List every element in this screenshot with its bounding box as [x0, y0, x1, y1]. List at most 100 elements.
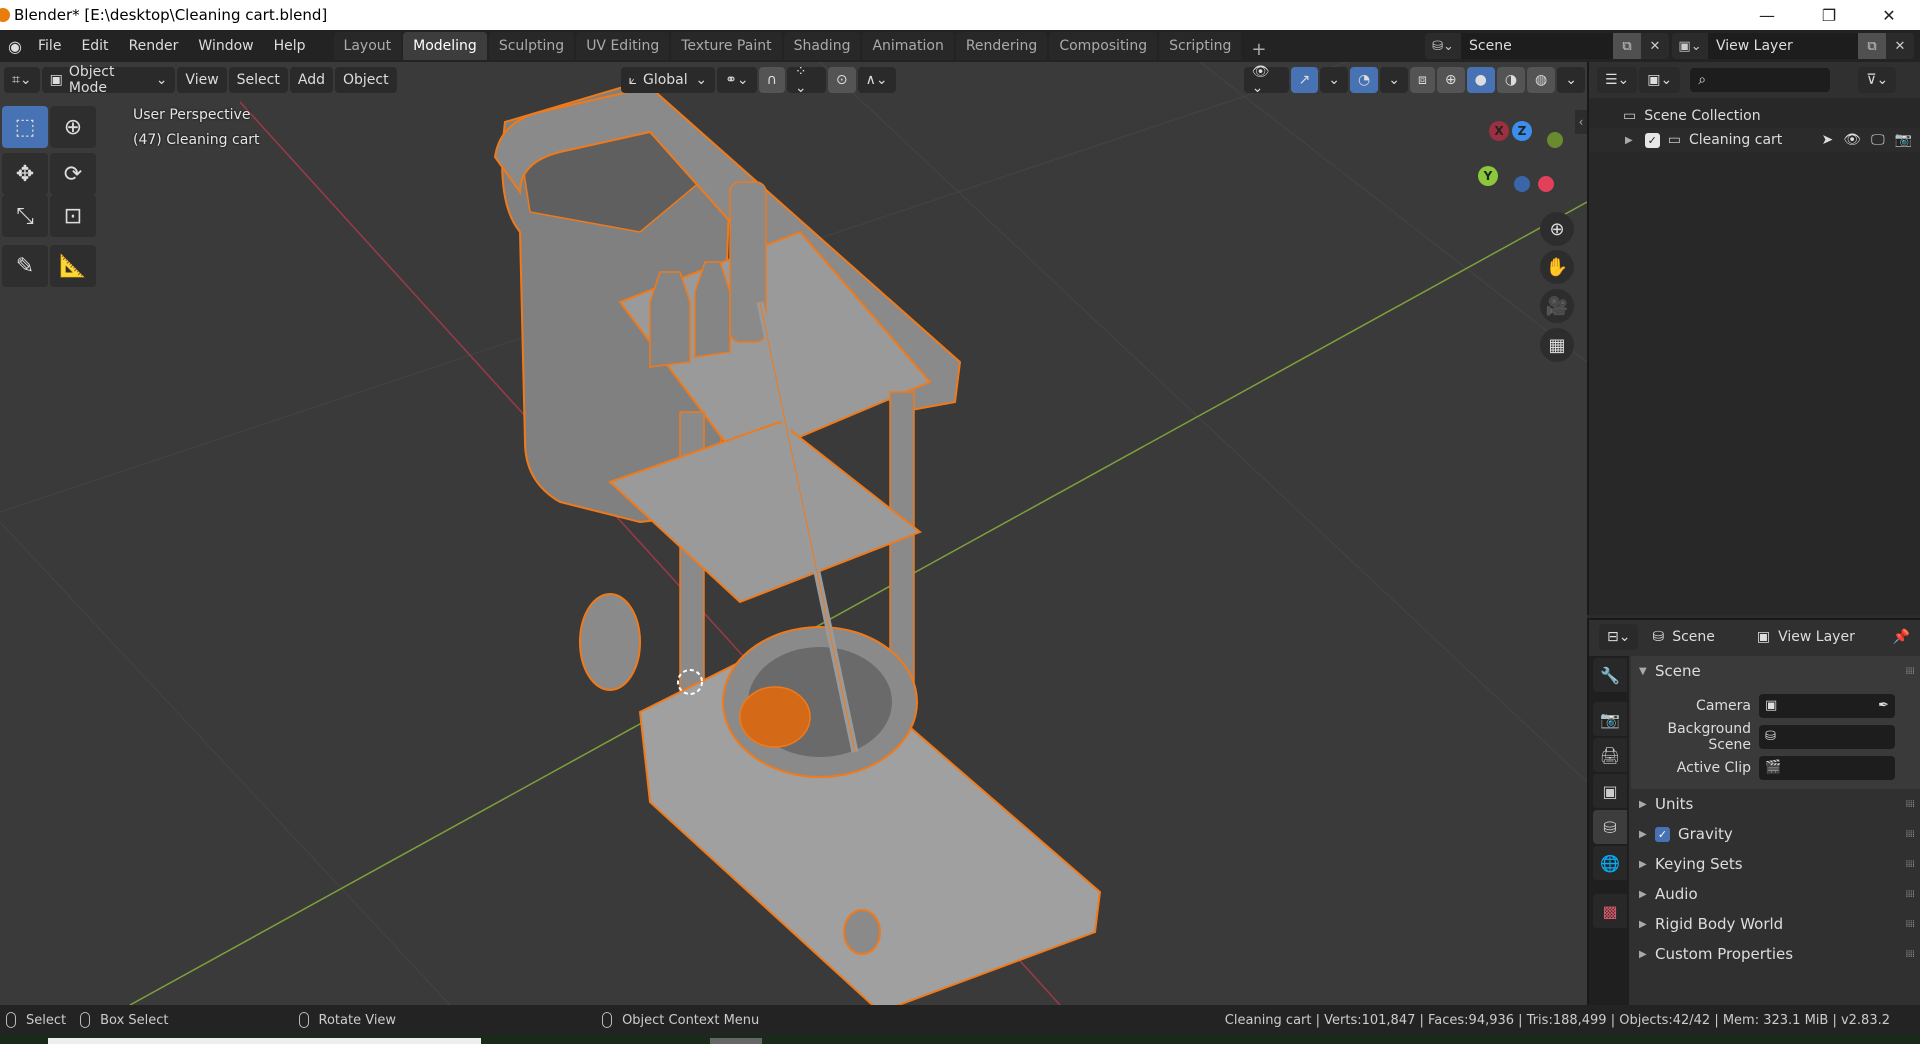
tab-sculpting[interactable]: Sculpting — [488, 32, 575, 60]
outliner-scene-collection[interactable]: ▭ Scene Collection — [1589, 104, 1920, 128]
context-scene-label[interactable]: Scene — [1672, 629, 1715, 645]
select-menu[interactable]: Select — [228, 67, 288, 93]
tab-scripting[interactable]: Scripting — [1159, 32, 1242, 60]
drag-grip-icon[interactable]: ⁞⁞⁞⁞ — [1905, 859, 1915, 870]
render-camera-icon[interactable]: 📷 — [1895, 132, 1912, 148]
view-layer-tab-icon[interactable]: ▣ — [1593, 774, 1627, 808]
scale-tool[interactable]: ⤡ — [2, 195, 48, 237]
editor-type-button[interactable]: ⌗⌄ — [4, 67, 40, 93]
perspective-toggle-grid-icon[interactable]: ▦ — [1540, 328, 1574, 362]
new-scene-icon[interactable]: ⧉ — [1613, 33, 1641, 59]
taskbar-item[interactable] — [710, 1038, 762, 1044]
drag-grip-icon[interactable]: ⁞⁞⁞⁞ — [1905, 666, 1915, 677]
active-clip-field[interactable]: 🎬 — [1759, 755, 1895, 780]
pan-view-hand-icon[interactable]: ✋ — [1540, 250, 1574, 284]
tab-layout[interactable]: Layout — [333, 32, 402, 60]
outliner-search-input[interactable]: ⌕ — [1690, 68, 1831, 92]
solid-shading-icon[interactable]: ● — [1466, 67, 1495, 93]
gizmo-neg-x-axis[interactable] — [1538, 176, 1554, 192]
output-tab-icon[interactable]: 🖨 — [1593, 738, 1627, 772]
exclude-checkbox[interactable]: ✓ — [1644, 132, 1660, 148]
maximize-button[interactable]: ❐ — [1806, 0, 1852, 30]
background-scene-field[interactable]: ⛁ — [1759, 724, 1895, 749]
minimize-button[interactable]: — — [1744, 0, 1790, 30]
texture-tab-icon[interactable]: ▩ — [1593, 894, 1627, 928]
move-tool[interactable]: ✥ — [2, 153, 48, 195]
scene-name-field[interactable]: Scene — [1461, 33, 1613, 59]
display-mode-dropdown[interactable]: ▣⌄ — [1639, 67, 1681, 93]
tab-uv-editing[interactable]: UV Editing — [576, 32, 670, 60]
visibility-dropdown[interactable]: 👁⌄ — [1243, 64, 1289, 96]
menu-window[interactable]: Window — [188, 38, 263, 54]
snap-target-dropdown[interactable]: ⁘⌄ — [786, 64, 826, 96]
delete-scene-icon[interactable]: ✕ — [1641, 33, 1669, 59]
context-view-layer-label[interactable]: View Layer — [1778, 629, 1855, 645]
tab-shading[interactable]: Shading — [783, 32, 861, 60]
gizmo-z-axis[interactable]: Z — [1512, 121, 1532, 141]
eyedropper-icon[interactable]: ✒ — [1878, 698, 1889, 713]
proportional-edit-icon[interactable]: ⊙ — [827, 67, 856, 93]
transform-orientation-dropdown[interactable]: ⟀ Global ⌄ — [620, 67, 716, 93]
gizmo-y-axis[interactable]: Y — [1478, 166, 1498, 186]
tab-texture-paint[interactable]: Texture Paint — [671, 32, 782, 60]
drag-grip-icon[interactable]: ⁞⁞⁞⁞ — [1905, 889, 1915, 900]
drag-grip-icon[interactable]: ⁞⁞⁞⁞ — [1905, 949, 1915, 960]
shading-dropdown[interactable]: ⌄ — [1557, 67, 1585, 93]
gravity-checkbox[interactable]: ✓ — [1655, 826, 1670, 842]
mode-dropdown[interactable]: ▣ Object Mode ⌄ — [41, 64, 176, 96]
cursor-tool[interactable]: ⊕ — [50, 106, 96, 148]
overlay-dropdown[interactable]: ⌄ — [1380, 67, 1408, 93]
visibility-eye-icon[interactable]: 👁 — [1843, 132, 1861, 148]
drag-grip-icon[interactable]: ⁞⁞⁞⁞ — [1905, 829, 1915, 840]
outliner-item-cleaning-cart[interactable]: ▶ ✓ ▭ Cleaning cart ➤ 👁 🖵 📷 — [1589, 128, 1920, 152]
xray-toggle-icon[interactable]: ⧈ — [1409, 67, 1435, 93]
render-tab-icon[interactable]: 📷 — [1593, 702, 1627, 736]
annotate-tool[interactable]: ✎ — [2, 245, 48, 287]
menu-help[interactable]: Help — [264, 38, 316, 54]
pin-icon[interactable]: 📌 — [1893, 629, 1910, 645]
gravity-panel-header[interactable]: ▶ ✓ Gravity ⁞⁞⁞⁞ — [1631, 819, 1920, 849]
overlay-toggle-icon[interactable]: ◔ — [1350, 67, 1379, 93]
tab-animation[interactable]: Animation — [862, 32, 954, 60]
drag-grip-icon[interactable]: ⁞⁞⁞⁞ — [1905, 799, 1915, 810]
taskbar-item[interactable] — [48, 1038, 481, 1044]
gizmo-x-axis[interactable]: X — [1489, 121, 1509, 141]
measure-tool[interactable]: 📐 — [50, 245, 96, 287]
zoom-view-icon[interactable]: ⊕ — [1540, 212, 1574, 246]
outliner-editor-type-button[interactable]: ☰⌄ — [1597, 67, 1638, 93]
keying-sets-panel-header[interactable]: ▶ Keying Sets ⁞⁞⁞⁞ — [1631, 849, 1920, 879]
blender-menu-icon[interactable]: ◉ — [2, 33, 28, 59]
add-workspace-button[interactable]: + — [1243, 39, 1274, 60]
units-panel-header[interactable]: ▶ Units ⁞⁞⁞⁞ — [1631, 789, 1920, 819]
scene-panel-header[interactable]: ▼ Scene ⁞⁞⁞⁞ — [1631, 656, 1920, 686]
gizmo-neg-y-axis[interactable] — [1547, 132, 1563, 148]
rendered-shading-icon[interactable]: ◍ — [1527, 67, 1556, 93]
properties-editor-type-button[interactable]: ⊟⌄ — [1599, 624, 1639, 650]
camera-field[interactable]: ▣ ✒ — [1759, 693, 1895, 718]
3d-viewport[interactable]: ⌗⌄ ▣ Object Mode ⌄ View Select Add Object … — [0, 62, 1587, 1005]
rigid-body-world-panel-header[interactable]: ▶ Rigid Body World ⁞⁞⁞⁞ — [1631, 909, 1920, 939]
tab-compositing[interactable]: Compositing — [1049, 32, 1158, 60]
object-menu[interactable]: Object — [334, 67, 397, 93]
rotate-tool[interactable]: ⟳ — [50, 153, 96, 195]
gizmo-toggle-icon[interactable]: ↗ — [1290, 67, 1319, 93]
menu-render[interactable]: Render — [119, 38, 189, 54]
gizmo-neg-z-axis[interactable] — [1514, 176, 1530, 192]
material-shading-icon[interactable]: ◑ — [1496, 67, 1526, 93]
wireframe-shading-icon[interactable]: ⊕ — [1436, 67, 1465, 93]
tool-settings-tab-icon[interactable]: 🔧 — [1593, 658, 1627, 692]
camera-view-icon[interactable]: 🎥 — [1540, 289, 1574, 323]
scene-tab-icon[interactable]: ⛁ — [1593, 810, 1627, 844]
world-tab-icon[interactable]: 🌐 — [1593, 846, 1627, 880]
drag-grip-icon[interactable]: ⁞⁞⁞⁞ — [1905, 919, 1915, 930]
select-box-tool[interactable]: ⬚ — [2, 106, 48, 148]
custom-properties-panel-header[interactable]: ▶ Custom Properties ⁞⁞⁞⁞ — [1631, 939, 1920, 969]
audio-panel-header[interactable]: ▶ Audio ⁞⁞⁞⁞ — [1631, 879, 1920, 909]
transform-tool[interactable]: ⊡ — [50, 195, 96, 237]
view-layer-name-field[interactable]: View Layer — [1708, 33, 1858, 59]
gizmo-dropdown[interactable]: ⌄ — [1320, 67, 1349, 93]
pivot-point-dropdown[interactable]: ⚭⌄ — [717, 67, 757, 93]
sidebar-toggle-chevron-icon[interactable]: ‹ — [1575, 110, 1587, 134]
scene-browse-icon[interactable]: ⛁⌄ — [1425, 33, 1461, 59]
menu-edit[interactable]: Edit — [71, 38, 118, 54]
